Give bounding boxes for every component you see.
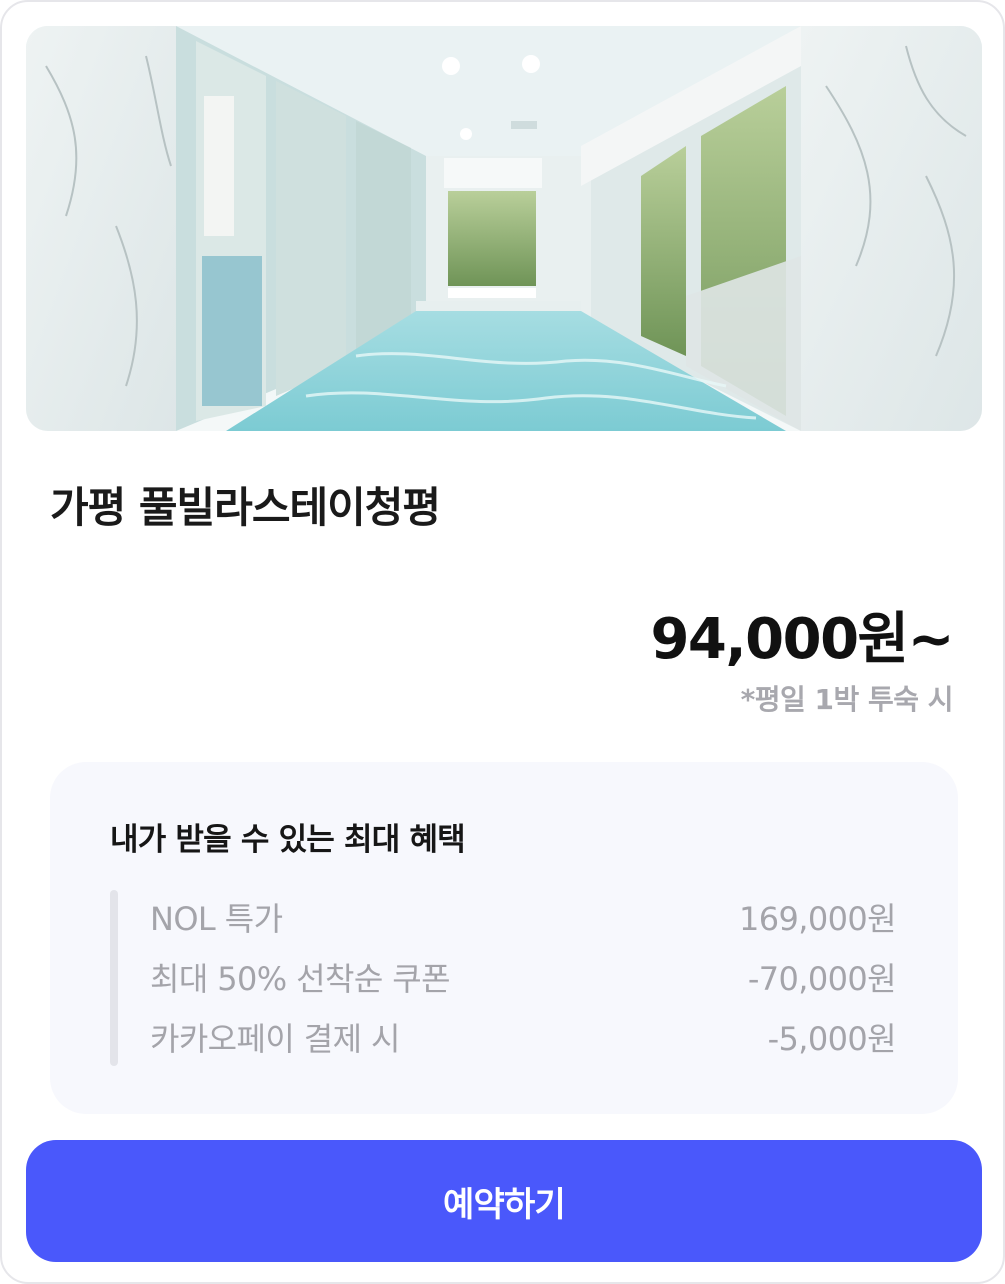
listing-card[interactable]: 가평 풀빌라스테이청평 94,000원~ *평일 1박 투숙 시 내가 받을 수…	[0, 0, 1005, 1284]
benefit-label: 카카오페이 결제 시	[150, 1020, 400, 1058]
benefit-value: -5,000원	[767, 1020, 897, 1058]
price-note: *평일 1박 투숙 시	[740, 683, 954, 716]
benefit-row: 최대 50% 선착순 쿠폰 -70,000원	[150, 952, 897, 1002]
benefit-title: 내가 받을 수 있는 최대 혜택	[110, 822, 466, 858]
price: 94,000원~	[650, 607, 954, 672]
benefit-divider	[110, 890, 118, 1066]
listing-title: 가평 풀빌라스테이청평	[50, 483, 441, 532]
listing-photo[interactable]	[26, 26, 982, 431]
benefit-label: 최대 50% 선착순 쿠폰	[150, 960, 451, 998]
benefit-panel: 내가 받을 수 있는 최대 혜택 NOL 특가 169,000원 최대 50% …	[50, 762, 958, 1114]
reserve-button[interactable]: 예약하기	[26, 1140, 982, 1262]
benefit-row: NOL 특가 169,000원	[150, 892, 897, 942]
benefit-value: -70,000원	[747, 960, 897, 998]
benefit-label: NOL 특가	[150, 900, 283, 938]
benefit-row: 카카오페이 결제 시 -5,000원	[150, 1012, 897, 1062]
benefit-value: 169,000원	[739, 900, 897, 938]
